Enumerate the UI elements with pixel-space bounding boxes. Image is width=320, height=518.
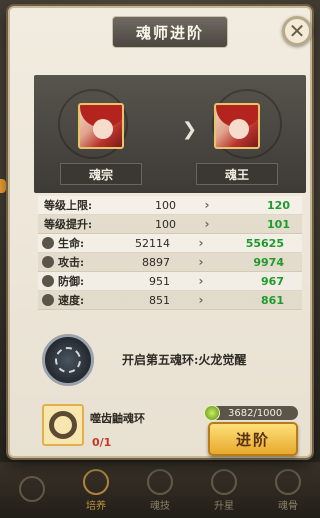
- stat-new: 101: [267, 217, 290, 231]
- soul-currency-bar: 3682/1000: [204, 405, 298, 421]
- nav-label: 魂骨: [278, 500, 298, 512]
- upgrade-icon: [83, 468, 109, 495]
- stat-new: 967: [261, 274, 284, 288]
- chevron-right-icon: ›: [204, 217, 210, 231]
- current-rank: 魂宗: [88, 167, 113, 182]
- hero-preview: ❯ 魂宗 魂王: [34, 75, 306, 193]
- chevron-right-icon: ❯: [182, 119, 198, 140]
- current-rank-plate: 魂宗: [60, 163, 142, 185]
- stat-new: 861: [261, 293, 284, 307]
- soul-ring-skill-icon[interactable]: [42, 334, 94, 386]
- stat-new: 9974: [253, 255, 284, 269]
- required-item-name: 噬齿鼬魂环: [90, 412, 145, 425]
- nav-label: 升星: [214, 500, 234, 512]
- stat-new: 120: [267, 198, 290, 212]
- advancement-dialog: 魂师进阶 ❯ 魂宗 魂王 等级上限: 100 › 120 等级提升: 100 ›…: [8, 6, 312, 458]
- nav-item-star[interactable]: 升星: [202, 466, 246, 514]
- boot-icon: [42, 294, 54, 306]
- nav-item-train[interactable]: 培养: [74, 466, 118, 514]
- stat-row-speed: 速度: 851 › 861: [38, 291, 302, 310]
- skill-icon: [147, 468, 173, 495]
- next-portrait: [214, 103, 260, 149]
- chevron-right-icon: ›: [198, 293, 204, 307]
- arrow-icon: [19, 476, 45, 502]
- nav-label: 培养: [86, 500, 106, 512]
- stat-row-attack: 攻击: 8897 › 9974: [38, 253, 302, 272]
- stat-old: 52114: [135, 236, 170, 250]
- soul-currency-value: 3682/1000: [228, 407, 283, 419]
- dialog-title: 魂师进阶: [135, 23, 204, 42]
- heart-icon: [42, 237, 54, 249]
- nav-item-bone[interactable]: 魂骨: [266, 466, 310, 514]
- stat-row-hp: 生命: 52114 › 55625: [38, 234, 302, 253]
- stat-label: 攻击:: [58, 256, 85, 269]
- chevron-right-icon: ›: [198, 255, 204, 269]
- bottom-nav: 培养 魂技 升星 魂骨: [0, 462, 320, 518]
- soul-ring-icon: [49, 411, 77, 439]
- stat-label: 速度:: [58, 294, 85, 307]
- stat-label: 等级提升:: [44, 218, 93, 231]
- stat-old: 100: [155, 217, 176, 231]
- nav-item-skill[interactable]: 魂技: [138, 466, 182, 514]
- advance-button[interactable]: 进阶: [208, 422, 298, 456]
- chevron-right-icon: ›: [204, 198, 210, 212]
- chevron-right-icon: ›: [198, 274, 204, 288]
- nav-label: 魂技: [150, 500, 170, 512]
- stat-old: 8897: [142, 255, 170, 269]
- bone-icon: [275, 468, 301, 495]
- next-rank-plate: 魂王: [196, 163, 278, 185]
- required-item-count: 0/1: [92, 436, 112, 449]
- sword-icon: [42, 256, 54, 268]
- stat-row-level-up: 等级提升: 100 › 101: [38, 215, 302, 234]
- unlock-description: 开启第五魂环:火龙觉醒: [122, 353, 247, 367]
- stat-table: 等级上限: 100 › 120 等级提升: 100 › 101 生命: 5211…: [38, 196, 302, 310]
- side-tab-handle[interactable]: [0, 179, 6, 193]
- next-rank: 魂王: [224, 167, 249, 182]
- stat-row-defense: 防御: 951 › 967: [38, 272, 302, 291]
- title-plate: 魂师进阶: [112, 16, 228, 48]
- stat-old: 951: [149, 274, 170, 288]
- stat-new: 55625: [245, 236, 284, 250]
- stat-old: 100: [155, 198, 176, 212]
- stat-label: 等级上限:: [44, 199, 93, 212]
- advance-button-label: 进阶: [235, 430, 270, 449]
- gem-icon: [204, 405, 220, 421]
- chevron-right-icon: ›: [198, 236, 204, 250]
- stat-label: 生命:: [58, 237, 85, 250]
- required-item-slot[interactable]: [42, 404, 84, 446]
- stat-old: 851: [149, 293, 170, 307]
- stat-row-level-cap: 等级上限: 100 › 120: [38, 196, 302, 215]
- shield-icon: [42, 275, 54, 287]
- star-icon: [211, 468, 237, 495]
- close-icon: ✕: [288, 19, 306, 43]
- current-portrait: [78, 103, 124, 149]
- stat-label: 防御:: [58, 275, 85, 288]
- close-button[interactable]: ✕: [282, 16, 312, 46]
- nav-item-back[interactable]: [10, 466, 54, 514]
